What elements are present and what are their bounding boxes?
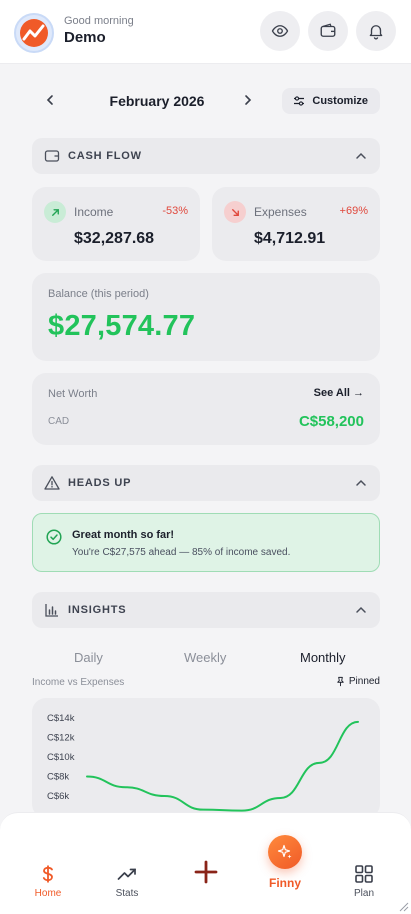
next-month-button[interactable] bbox=[238, 90, 258, 110]
wallet-button[interactable] bbox=[308, 11, 348, 51]
insights-period-tabs: Daily Weekly Monthly bbox=[32, 648, 380, 668]
income-card[interactable]: Income -53% $32,287.68 bbox=[32, 187, 200, 261]
tab-weekly[interactable]: Weekly bbox=[184, 650, 226, 665]
y-tick-label: C$14k bbox=[47, 713, 75, 724]
net-worth-value: C$58,200 bbox=[298, 413, 364, 430]
balance-card: Balance (this period) $27,574.77 bbox=[32, 273, 380, 361]
chevron-up-icon bbox=[356, 152, 366, 159]
avatar[interactable] bbox=[14, 13, 54, 53]
expenses-card[interactable]: Expenses +69% $4,712.91 bbox=[212, 187, 380, 261]
heads-up-alert: Great month so far! You're C$27,575 ahea… bbox=[32, 513, 380, 572]
income-delta: -53% bbox=[162, 205, 188, 217]
income-label: Income bbox=[74, 205, 114, 219]
expenses-badge bbox=[224, 201, 246, 223]
bell-icon bbox=[369, 25, 383, 40]
currency-label: CAD bbox=[48, 416, 70, 427]
tab-daily[interactable]: Daily bbox=[74, 650, 103, 665]
y-tick-label: C$8k bbox=[47, 772, 69, 783]
net-worth-label: Net Worth bbox=[48, 388, 98, 400]
grid-icon bbox=[355, 865, 373, 883]
sparkle-icon bbox=[277, 844, 292, 859]
arrow-up-right-icon bbox=[51, 208, 59, 216]
previous-month-button[interactable] bbox=[40, 90, 60, 110]
chart-title: Income vs Expenses bbox=[32, 677, 125, 688]
chart-canvas: C$14kC$12kC$10kC$8kC$6kC$4k bbox=[47, 713, 359, 818]
check-circle-icon bbox=[46, 529, 62, 545]
alert-text: You're C$27,575 ahead — 85% of income sa… bbox=[72, 547, 291, 558]
y-tick-label: C$6k bbox=[47, 791, 69, 802]
warning-icon bbox=[44, 476, 60, 490]
dollar-icon bbox=[42, 865, 53, 883]
app-header: Good morning Demo bbox=[0, 0, 411, 64]
income-badge bbox=[44, 201, 66, 223]
income-vs-expenses-chart: C$14kC$12kC$10kC$8kC$6kC$4k bbox=[32, 698, 380, 818]
visibility-toggle-button[interactable] bbox=[260, 11, 300, 51]
nav-plan-label: Plan bbox=[353, 888, 374, 899]
wallet-icon bbox=[320, 23, 336, 37]
nav-home-label: Home bbox=[34, 888, 62, 899]
pinned-label: Pinned bbox=[348, 676, 380, 687]
user-name: Demo bbox=[64, 29, 106, 46]
customize-button[interactable]: Customize bbox=[282, 88, 380, 114]
trend-up-icon bbox=[117, 868, 136, 880]
expenses-label: Expenses bbox=[254, 205, 307, 219]
period-selector: February 2026 Customize bbox=[32, 84, 380, 118]
chevron-left-icon bbox=[46, 95, 53, 105]
pinned-toggle[interactable]: Pinned bbox=[335, 676, 380, 687]
chart-meta-row: Income vs Expenses Pinned bbox=[32, 675, 380, 691]
chevron-right-icon bbox=[245, 95, 252, 105]
finny-assistant-button[interactable] bbox=[268, 835, 302, 869]
plus-icon[interactable] bbox=[193, 859, 219, 885]
insights-section-header[interactable]: INSIGHTS bbox=[32, 592, 380, 628]
series-line bbox=[86, 720, 359, 812]
alert-title: Great month so far! bbox=[72, 529, 175, 541]
notifications-button[interactable] bbox=[356, 11, 396, 51]
expenses-amount: $4,712.91 bbox=[254, 230, 326, 247]
nav-stats-label: Stats bbox=[115, 888, 139, 899]
greeting-text: Good morning bbox=[64, 15, 134, 27]
income-amount: $32,287.68 bbox=[74, 230, 155, 247]
bar-chart-icon bbox=[45, 604, 58, 617]
chevron-up-icon bbox=[356, 606, 366, 613]
sliders-icon bbox=[294, 96, 305, 106]
current-period-label: February 2026 bbox=[109, 93, 205, 109]
expenses-delta: +69% bbox=[339, 205, 368, 217]
resize-handle-icon[interactable] bbox=[397, 900, 409, 912]
cash-flow-section-header[interactable]: CASH FLOW bbox=[32, 138, 380, 174]
y-tick-label: C$12k bbox=[47, 733, 75, 744]
heads-up-section-header[interactable]: HEADS UP bbox=[32, 465, 380, 501]
chevron-up-icon bbox=[356, 479, 366, 486]
net-worth-card: Net Worth See All → CAD C$58,200 bbox=[32, 373, 380, 445]
balance-label: Balance (this period) bbox=[48, 288, 149, 300]
eye-icon bbox=[271, 25, 289, 37]
y-tick-label: C$10k bbox=[47, 752, 75, 763]
insights-title: INSIGHTS bbox=[68, 604, 127, 616]
customize-label: Customize bbox=[312, 95, 368, 107]
pin-icon bbox=[337, 676, 344, 687]
cash-flow-title: CASH FLOW bbox=[68, 150, 142, 162]
finny-label[interactable]: Finny bbox=[262, 876, 308, 890]
tab-monthly[interactable]: Monthly bbox=[300, 650, 346, 665]
wallet-icon bbox=[44, 150, 60, 162]
heads-up-title: HEADS UP bbox=[68, 477, 132, 489]
see-all-link[interactable]: See All → bbox=[314, 387, 364, 399]
balance-amount: $27,574.77 bbox=[48, 310, 196, 342]
arrow-down-right-icon bbox=[231, 208, 239, 216]
